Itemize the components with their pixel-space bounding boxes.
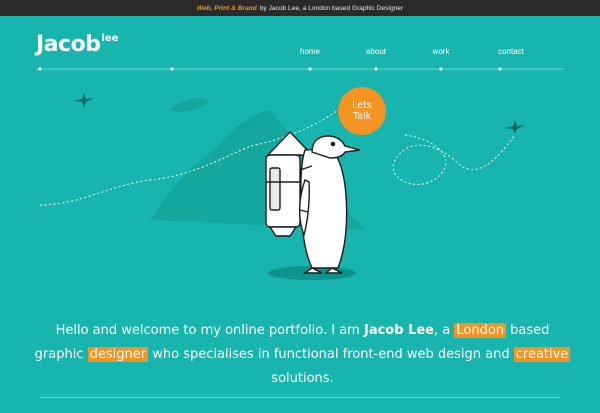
lets-talk-line2: Talk bbox=[352, 111, 372, 122]
top-bar: Web, Print & Brand by Jacob Lee, a Londo… bbox=[0, 0, 600, 16]
highlight-trait: creative bbox=[513, 347, 571, 362]
nav-home[interactable]: home bbox=[300, 47, 320, 56]
intro-text: solutions. bbox=[271, 371, 334, 386]
bottom-divider bbox=[40, 397, 560, 398]
tagline-text: by Jacob Lee, a London based Graphic Des… bbox=[259, 4, 404, 12]
intro-text: Hello and welcome to my online portfolio… bbox=[55, 323, 364, 338]
nav-work[interactable]: work bbox=[433, 47, 450, 56]
lets-talk-button[interactable]: Lets Talk bbox=[338, 87, 386, 135]
highlight-role: designer bbox=[87, 347, 149, 362]
intro-name: Jacob Lee bbox=[363, 323, 434, 338]
lets-talk-line1: Lets bbox=[352, 100, 372, 111]
intro-paragraph: Hello and welcome to my online portfolio… bbox=[30, 319, 575, 391]
main-nav: home about work contact bbox=[0, 47, 600, 61]
nav-about[interactable]: about bbox=[366, 47, 386, 56]
logo-sup: lee bbox=[101, 33, 119, 44]
penguin-illustration bbox=[265, 130, 361, 274]
intro-text: who specialises in functional front-end … bbox=[148, 347, 514, 362]
tagline-highlight: Web, Print & Brand bbox=[196, 4, 257, 12]
nav-contact[interactable]: contact bbox=[498, 47, 524, 56]
highlight-city: London bbox=[454, 323, 507, 338]
bird-icon bbox=[74, 93, 94, 107]
intro-text: , a bbox=[433, 323, 455, 338]
hero-illustration bbox=[39, 93, 525, 280]
bird-icon bbox=[505, 120, 525, 134]
